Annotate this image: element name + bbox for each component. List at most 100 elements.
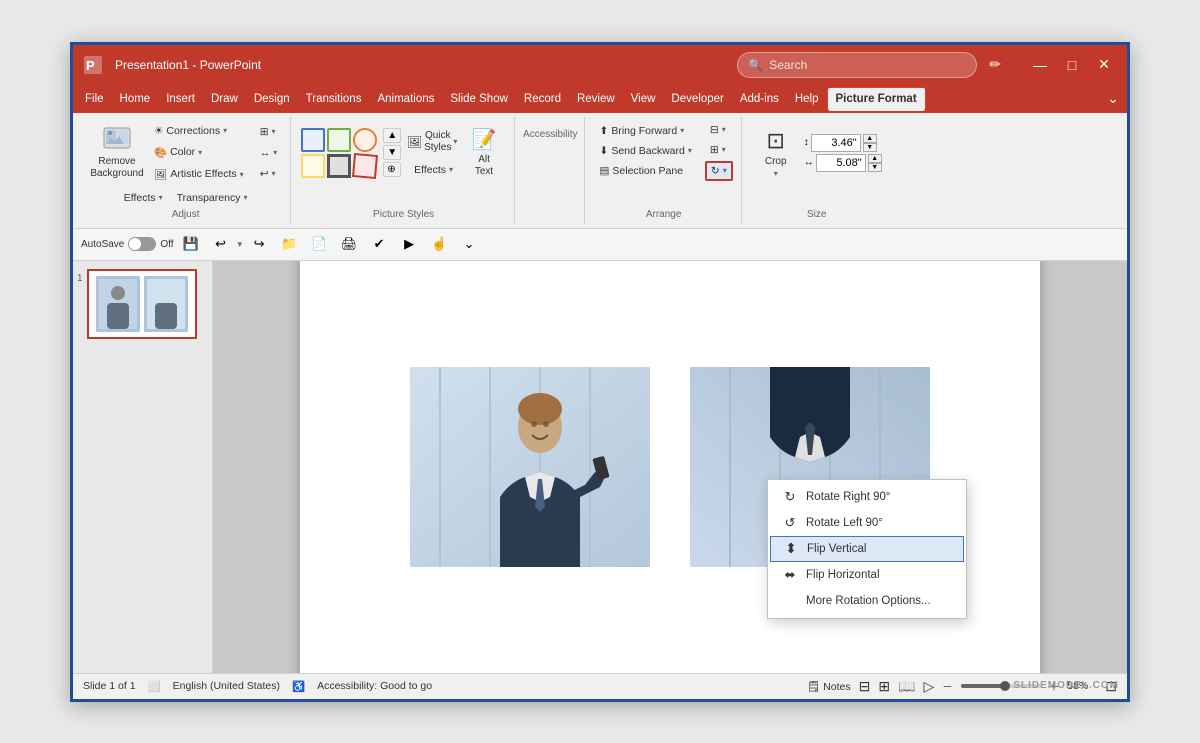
- flip-vertical-item[interactable]: ⬍ Flip Vertical: [770, 536, 964, 562]
- effects-styles-button[interactable]: Effects ▾: [409, 161, 458, 179]
- flip-horizontal-item[interactable]: ⬌ Flip Horizontal: [768, 562, 966, 588]
- width-up[interactable]: ▲: [868, 154, 882, 163]
- search-input[interactable]: [769, 58, 966, 72]
- transparency-arrow: ▾: [243, 193, 247, 202]
- arrange-label: Arrange: [646, 209, 682, 220]
- size-label: Size: [807, 209, 826, 220]
- menu-record[interactable]: Record: [516, 87, 569, 111]
- style-swatch-2[interactable]: [327, 128, 351, 152]
- reading-view-icon[interactable]: 📖: [898, 678, 915, 695]
- normal-view-icon[interactable]: ⊟: [859, 678, 871, 695]
- present-online-button[interactable]: ▶: [396, 232, 422, 256]
- effects-button[interactable]: Effects ▾: [119, 189, 168, 207]
- photo-normal[interactable]: [410, 367, 650, 567]
- remove-background-button[interactable]: RemoveBackground: [89, 121, 145, 185]
- menu-insert[interactable]: Insert: [158, 87, 203, 111]
- rotate-right-item[interactable]: ↻ Rotate Right 90°: [768, 484, 966, 510]
- print-button[interactable]: 🖨: [336, 232, 362, 256]
- menu-picture-format[interactable]: Picture Format: [827, 87, 926, 111]
- more-rotation-item[interactable]: More Rotation Options...: [768, 588, 966, 614]
- change-picture-button[interactable]: ↔ ▾: [255, 144, 283, 162]
- autosave-track[interactable]: [128, 237, 156, 251]
- menu-animations[interactable]: Animations: [369, 87, 442, 111]
- zoom-out-icon[interactable]: －: [942, 679, 953, 694]
- ribbon-group-picture-styles: ▲ ▼ ⊕ 🖼 QuickStyles ▾ Effects ▾: [293, 117, 515, 224]
- slide-panel: 1: [73, 261, 213, 673]
- quick-styles-button[interactable]: 🖼 QuickStyles ▾: [409, 127, 455, 157]
- bring-forward-button[interactable]: ⬆ Bring Forward ▾: [595, 122, 697, 140]
- ribbon-collapse-button[interactable]: ⌄: [1107, 90, 1123, 107]
- styles-more[interactable]: ⊕: [383, 162, 401, 177]
- new-button[interactable]: 📄: [306, 232, 332, 256]
- height-input[interactable]: [811, 134, 861, 152]
- rotate-left-item[interactable]: ↺ Rotate Left 90°: [768, 510, 966, 536]
- search-icon: 🔍: [748, 58, 763, 72]
- compress-button[interactable]: ⊞ ▾: [255, 123, 283, 141]
- style-swatch-3[interactable]: [353, 128, 377, 152]
- title-bar: P Presentation1 - PowerPoint 🔍 ✏ — □ ✕: [73, 45, 1127, 85]
- remove-background-label: RemoveBackground: [90, 156, 143, 180]
- menu-addins[interactable]: Add-ins: [732, 87, 787, 111]
- send-backward-button[interactable]: ⬇ Send Backward ▾: [595, 142, 697, 160]
- effects-arrow: ▾: [159, 193, 163, 202]
- menu-view[interactable]: View: [623, 87, 664, 111]
- remove-background-icon: [101, 126, 133, 154]
- styles-down[interactable]: ▼: [383, 145, 401, 160]
- width-input[interactable]: [816, 154, 866, 172]
- menu-design[interactable]: Design: [246, 87, 298, 111]
- redo-button[interactable]: ↪: [246, 232, 272, 256]
- save-button[interactable]: 💾: [178, 232, 204, 256]
- alt-text-button[interactable]: 📝 AltText: [462, 121, 506, 185]
- group-arrow: ▾: [722, 145, 726, 154]
- menu-slideshow[interactable]: Slide Show: [442, 87, 516, 111]
- style-swatch-6[interactable]: [352, 152, 378, 178]
- style-swatch-4[interactable]: [301, 154, 325, 178]
- rotate-icon: ↻: [711, 165, 720, 177]
- quick-styles-arrow: ▾: [453, 137, 457, 146]
- color-button[interactable]: 🎨 Color ▾: [149, 143, 249, 162]
- language-status: English (United States): [173, 680, 280, 692]
- close-button[interactable]: ✕: [1089, 52, 1119, 78]
- undo-arrow: ▾: [238, 239, 243, 250]
- group-button[interactable]: ⊞ ▾: [705, 141, 733, 159]
- open-button[interactable]: 📁: [276, 232, 302, 256]
- size-row: ⊡ Crop ▾ ↕ ▲ ▼ ↔: [752, 121, 882, 185]
- minimize-button[interactable]: —: [1025, 52, 1055, 78]
- crop-button[interactable]: ⊡ Crop ▾: [752, 121, 800, 185]
- spell-check-button[interactable]: ✔: [366, 232, 392, 256]
- menu-draw[interactable]: Draw: [203, 87, 246, 111]
- height-up[interactable]: ▲: [863, 134, 877, 143]
- presenter-view-icon[interactable]: ▷: [923, 678, 934, 695]
- selection-pane-button[interactable]: ▤ Selection Pane: [595, 162, 697, 180]
- menu-file[interactable]: File: [77, 87, 112, 111]
- corrections-button[interactable]: ☀ Corrections ▾: [149, 122, 249, 140]
- width-down[interactable]: ▼: [868, 163, 882, 172]
- style-swatch-1[interactable]: [301, 128, 325, 152]
- touch-button[interactable]: ☝: [426, 232, 452, 256]
- maximize-button[interactable]: □: [1057, 52, 1087, 78]
- style-swatch-5[interactable]: [327, 154, 351, 178]
- transparency-button[interactable]: Transparency ▾: [172, 189, 253, 207]
- menu-review[interactable]: Review: [569, 87, 623, 111]
- menu-developer[interactable]: Developer: [663, 87, 731, 111]
- slide-thumbnail-1[interactable]: [87, 269, 197, 339]
- styles-up[interactable]: ▲: [383, 128, 401, 143]
- rotate-button[interactable]: ↻ ▾: [705, 161, 733, 181]
- menu-help[interactable]: Help: [787, 87, 827, 111]
- undo-button[interactable]: ↩: [208, 232, 234, 256]
- reset-picture-button[interactable]: ↩ ▾: [255, 165, 283, 183]
- height-spinners: ▲ ▼: [863, 134, 877, 152]
- notes-button[interactable]: 🗒 Notes: [807, 680, 851, 693]
- ribbon-group-adjust: RemoveBackground ☀ Corrections ▾ 🎨 Color…: [81, 117, 291, 224]
- more-toolbar-button[interactable]: ⌄: [456, 232, 482, 256]
- align-button[interactable]: ⊟ ▾: [705, 121, 733, 139]
- menu-home[interactable]: Home: [112, 87, 159, 111]
- artistic-effects-button[interactable]: 🖼 Artistic Effects ▾: [149, 165, 249, 184]
- height-down[interactable]: ▼: [863, 143, 877, 152]
- search-box[interactable]: 🔍: [737, 52, 977, 78]
- flip-horizontal-icon: ⬌: [782, 567, 798, 583]
- menu-transitions[interactable]: Transitions: [298, 87, 370, 111]
- styles-nav: ▲ ▼ ⊕: [383, 128, 401, 177]
- effects-styles-arrow: ▾: [449, 165, 453, 174]
- slide-sorter-icon[interactable]: ⊞: [878, 678, 890, 695]
